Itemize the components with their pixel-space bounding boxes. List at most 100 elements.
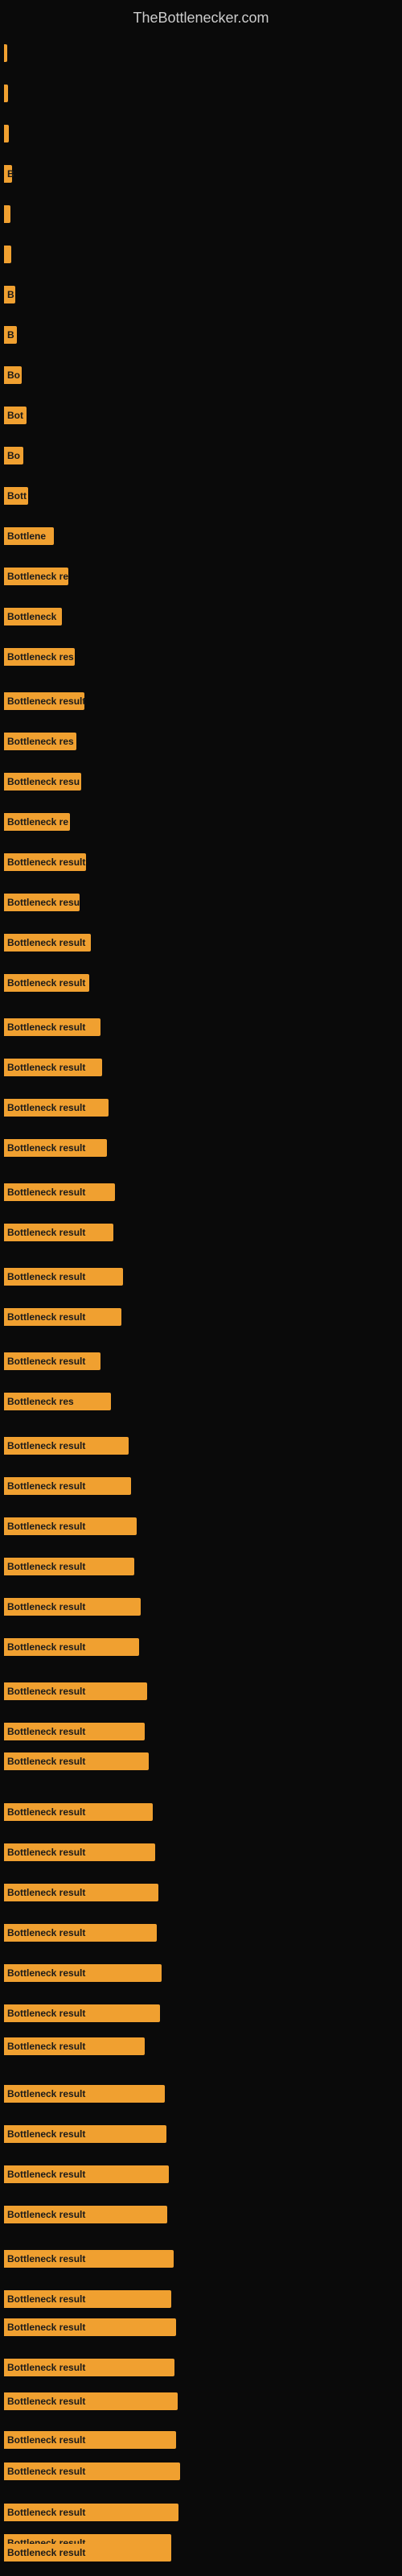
bar-label: Bottleneck result (7, 1887, 85, 1898)
bar-label: Bottleneck result (7, 1440, 85, 1451)
bar-label: Bottleneck result (7, 1601, 85, 1612)
bar-row: Bottleneck result (4, 692, 84, 710)
bar: Bo (4, 447, 23, 464)
bar-label: Bottleneck result (7, 1756, 85, 1767)
bar: Bottleneck result (4, 1682, 147, 1700)
bar-label: Bottleneck result (7, 1641, 85, 1653)
bar-row: Bottleneck result (4, 2318, 176, 2336)
bar-label: Bottleneck result (7, 1686, 85, 1697)
bar: Bottleneck result (4, 1308, 121, 1326)
bar-row: Bottleneck result (4, 1682, 147, 1700)
bar: Bottleneck result (4, 1803, 153, 1821)
bar: Bottleneck resu (4, 773, 81, 791)
bar-row: Bottleneck re (4, 568, 68, 585)
bar: Bottleneck result (4, 1964, 162, 1982)
bar-row: Bottleneck result (4, 2392, 178, 2410)
bar-row: Bottleneck result (4, 974, 89, 992)
bar: Bottleneck (4, 608, 62, 625)
bar-label: Bottleneck res (7, 736, 74, 747)
bar-row: Bottleneck result (4, 2125, 166, 2143)
bar-label: Bottleneck result (7, 1806, 85, 1818)
bar-row: B (4, 165, 12, 183)
bar-row: Bottleneck result (4, 1558, 134, 1575)
bar: Bottleneck result (4, 2085, 165, 2103)
bar: Bottleneck result (4, 1099, 109, 1117)
bar-label: Bottleneck result (7, 1561, 85, 1572)
bar-label: Bottleneck resu (7, 776, 80, 787)
bar-label: Bottleneck result (7, 2396, 85, 2407)
bar-label: Bottleneck result (7, 2507, 85, 2518)
bar: Bottleneck res (4, 1393, 111, 1410)
bar-label: Bottleneck result (7, 857, 85, 868)
bar-row: Bottleneck result (4, 1183, 115, 1201)
bar-label: Bottleneck result (7, 1142, 85, 1154)
bar-label: Bottleneck result (7, 937, 85, 948)
bar-row: Bottleneck result (4, 2462, 180, 2480)
bar-row: Bottleneck result (4, 1477, 131, 1495)
bar-label: Bottleneck result (7, 2209, 85, 2220)
bar-label: Bottleneck re (7, 571, 68, 582)
bar-row: Bottleneck res (4, 1393, 111, 1410)
bar-label: Bottleneck res (7, 651, 74, 663)
bar-label: Bottleneck result (7, 1311, 85, 1323)
bar-label: Bottleneck result (7, 2293, 85, 2305)
bar-label: Bottlene (7, 530, 46, 542)
bar-label: Bottleneck result (7, 1187, 85, 1198)
bar-row: Bottleneck resu (4, 894, 80, 911)
bar-row: Bottleneck (4, 608, 62, 625)
bar-label: B (7, 168, 14, 180)
bar: Bottleneck result (4, 2206, 167, 2223)
bar-row: Bottleneck result (4, 1268, 123, 1286)
bar: Bottleneck result (4, 2318, 176, 2336)
bar-label: Bottleneck result (7, 1062, 85, 1073)
bar-label: Bo (7, 369, 20, 381)
bar-label: Bottleneck result (7, 1847, 85, 1858)
bar-label: Bottleneck res (7, 1396, 74, 1407)
bar: Bottleneck result (4, 1059, 102, 1076)
bar-row: Bottleneck res (4, 648, 75, 666)
bar-label: Bott (7, 490, 27, 502)
bar: Bottlene (4, 527, 54, 545)
bar: Bottleneck result (4, 2544, 171, 2562)
bar-label: Bo (7, 450, 20, 461)
bar: Bottleneck result (4, 1884, 158, 1901)
bar: B (4, 165, 12, 183)
bar: Bottleneck result (4, 1477, 131, 1495)
bar-label: Bottleneck result (7, 1271, 85, 1282)
bar: Bottleneck resu (4, 894, 80, 911)
bar: Bottleneck result (4, 1843, 155, 1861)
bar-row: Bottleneck result (4, 2037, 145, 2055)
bar-row: Bottleneck result (4, 1964, 162, 1982)
bar-label: Bot (7, 410, 23, 421)
site-title: TheBottlenecker.com (0, 0, 402, 33)
bar (4, 205, 10, 223)
bar: Bottleneck result (4, 1139, 107, 1157)
bar: Bottleneck re (4, 813, 70, 831)
bar (4, 44, 7, 62)
bar-row: B (4, 326, 17, 344)
bar-row: Bottleneck result (4, 2504, 178, 2521)
bar: Bottleneck result (4, 934, 91, 952)
bar-label: Bottleneck result (7, 2088, 85, 2099)
bar-label: Bottleneck result (7, 2434, 85, 2446)
bar: Bottleneck result (4, 1924, 157, 1942)
bar: Bottleneck result (4, 1437, 129, 1455)
bar: Bottleneck result (4, 2392, 178, 2410)
bar-label: Bottleneck result (7, 2128, 85, 2140)
bar-row: Bottleneck result (4, 1352, 100, 1370)
bar: Bottleneck result (4, 692, 84, 710)
bar-label: Bottleneck result (7, 1356, 85, 1367)
bar-label: Bottleneck result (7, 2253, 85, 2264)
bar: Bottleneck result (4, 1598, 141, 1616)
bar-row: Bo (4, 447, 23, 464)
bar-row: Bottleneck re (4, 813, 70, 831)
bar (4, 246, 11, 263)
bar: Bottleneck result (4, 2431, 176, 2449)
bar: Bottleneck result (4, 1352, 100, 1370)
bar-label: Bottleneck result (7, 2322, 85, 2333)
bar: Bottleneck result (4, 1723, 145, 1740)
bar-row (4, 85, 8, 102)
bar-label: Bottleneck result (7, 2008, 85, 2019)
bar: Bottleneck result (4, 2165, 169, 2183)
bar-row: Bottleneck result (4, 1843, 155, 1861)
